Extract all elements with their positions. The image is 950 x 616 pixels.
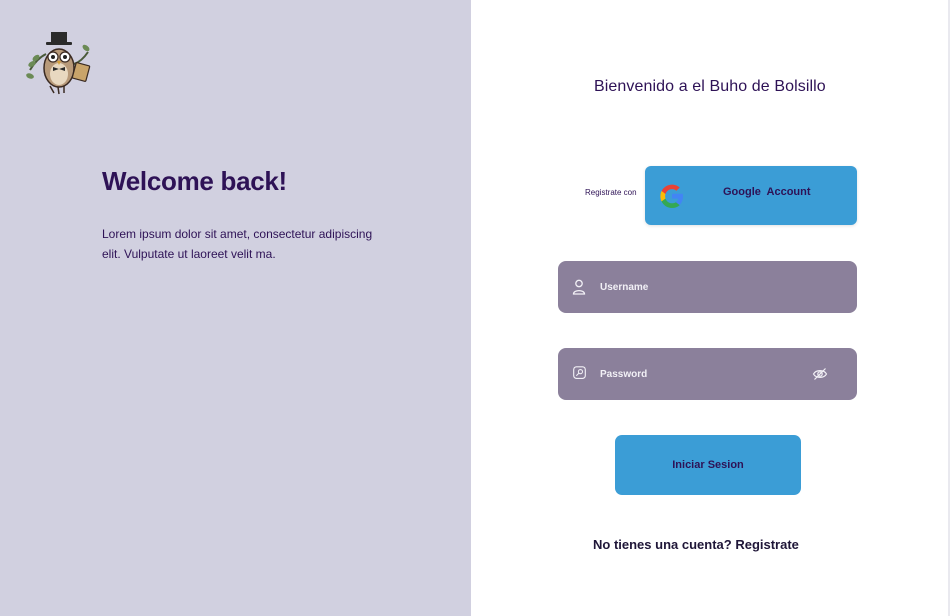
google-account-label: Google Account: [723, 186, 811, 198]
register-prompt: No tienes una cuenta? Registrate: [593, 537, 799, 552]
register-link[interactable]: Registrate: [735, 537, 799, 552]
left-panel: Welcome back! Lorem ipsum dolor sit amet…: [0, 0, 471, 616]
username-field[interactable]: [558, 261, 857, 313]
register-question: No tienes una cuenta?: [593, 537, 732, 552]
form-title: Bienvenido a el Buho de Bolsillo: [594, 78, 826, 95]
google-account-button[interactable]: Google Account: [645, 166, 857, 225]
welcome-description: Lorem ipsum dolor sit amet, consectetur …: [102, 227, 373, 261]
welcome-title: Welcome back!: [102, 166, 287, 196]
login-button[interactable]: Iniciar Sesion: [615, 435, 801, 495]
google-signup-prefix: Registrate con: [585, 188, 637, 197]
owl-mascot-icon: [26, 32, 91, 95]
user-icon: [572, 279, 586, 295]
key-icon: [573, 366, 586, 379]
username-input[interactable]: [600, 277, 800, 297]
google-icon: [660, 184, 683, 208]
password-input[interactable]: [600, 364, 800, 384]
eye-off-icon[interactable]: [812, 366, 828, 382]
password-field[interactable]: [558, 348, 857, 400]
